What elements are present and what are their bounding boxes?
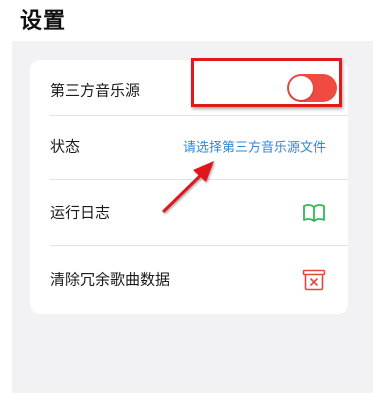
annotation-arrow: [162, 161, 214, 213]
